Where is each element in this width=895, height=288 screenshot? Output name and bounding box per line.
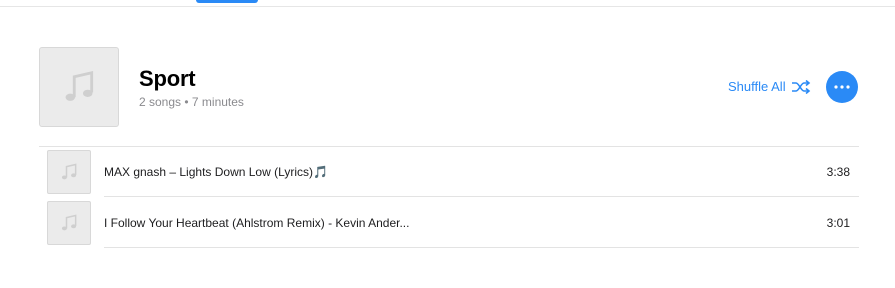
playlist-artwork (39, 47, 119, 127)
track-duration: 3:01 (826, 216, 850, 230)
playlist-page: Sport 2 songs • 7 minutes Shuffle All MA… (0, 0, 895, 288)
track-title: I Follow Your Heartbeat (Ahlstrom Remix)… (104, 216, 410, 230)
track-artwork (47, 201, 91, 245)
music-note-icon (61, 163, 77, 180)
shuffle-all-label: Shuffle All (728, 79, 786, 94)
toolbar-strip (0, 0, 895, 7)
music-note-icon (61, 214, 77, 231)
track-duration: 3:38 (826, 165, 850, 179)
track-row[interactable]: MAX gnash – Lights Down Low (Lyrics)🎵 3:… (39, 146, 859, 197)
playlist-meta: 2 songs • 7 minutes (139, 95, 244, 109)
track-artwork (47, 150, 91, 194)
track-list: MAX gnash – Lights Down Low (Lyrics)🎵 3:… (39, 146, 859, 248)
more-dots-icon (834, 85, 850, 89)
music-note-icon (65, 70, 94, 101)
track-title: MAX gnash – Lights Down Low (Lyrics)🎵 (104, 165, 328, 179)
playlist-title: Sport (139, 66, 196, 91)
more-options-button[interactable] (826, 71, 858, 103)
selected-tab-indicator[interactable] (196, 0, 258, 3)
shuffle-icon (791, 79, 810, 94)
track-row[interactable]: I Follow Your Heartbeat (Ahlstrom Remix)… (39, 197, 859, 248)
shuffle-all-button[interactable]: Shuffle All (728, 79, 811, 94)
divider (104, 247, 859, 248)
